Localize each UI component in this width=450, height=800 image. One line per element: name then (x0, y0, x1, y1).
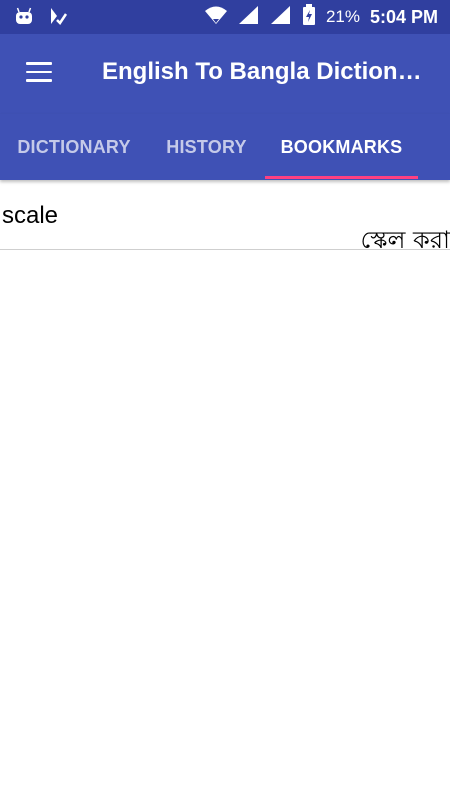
bookmark-item[interactable]: scale স্কেল করা (0, 180, 450, 254)
app-title: English To Bangla Dictionary (102, 58, 432, 85)
tab-bar: DICTIONARY HISTORY BOOKMARKS (0, 114, 450, 180)
hamburger-menu-icon[interactable] (26, 62, 52, 82)
android-icon (14, 6, 34, 31)
tab-history[interactable]: HISTORY (148, 114, 265, 180)
bookmark-meaning: স্কেল করা (360, 226, 450, 254)
wifi-icon (204, 5, 228, 30)
tab-indicator (265, 176, 418, 179)
app-toolbar: English To Bangla Dictionary (0, 34, 450, 114)
clock: 5:04 PM (369, 6, 438, 27)
status-right: 21% 5:04 PM (204, 0, 438, 34)
battery-icon (302, 3, 316, 31)
tab-dictionary[interactable]: DICTIONARY (0, 114, 148, 180)
status-left-icons (14, 6, 68, 31)
signal-icon (238, 5, 260, 30)
bookmark-word: scale (2, 202, 59, 229)
battery-percent: 21% (325, 7, 360, 26)
signal-icon-secondary (270, 5, 292, 30)
status-bar: 21% 5:04 PM (0, 0, 450, 34)
notification-check-icon (48, 6, 68, 31)
tab-bookmarks[interactable]: BOOKMARKS (265, 114, 418, 180)
